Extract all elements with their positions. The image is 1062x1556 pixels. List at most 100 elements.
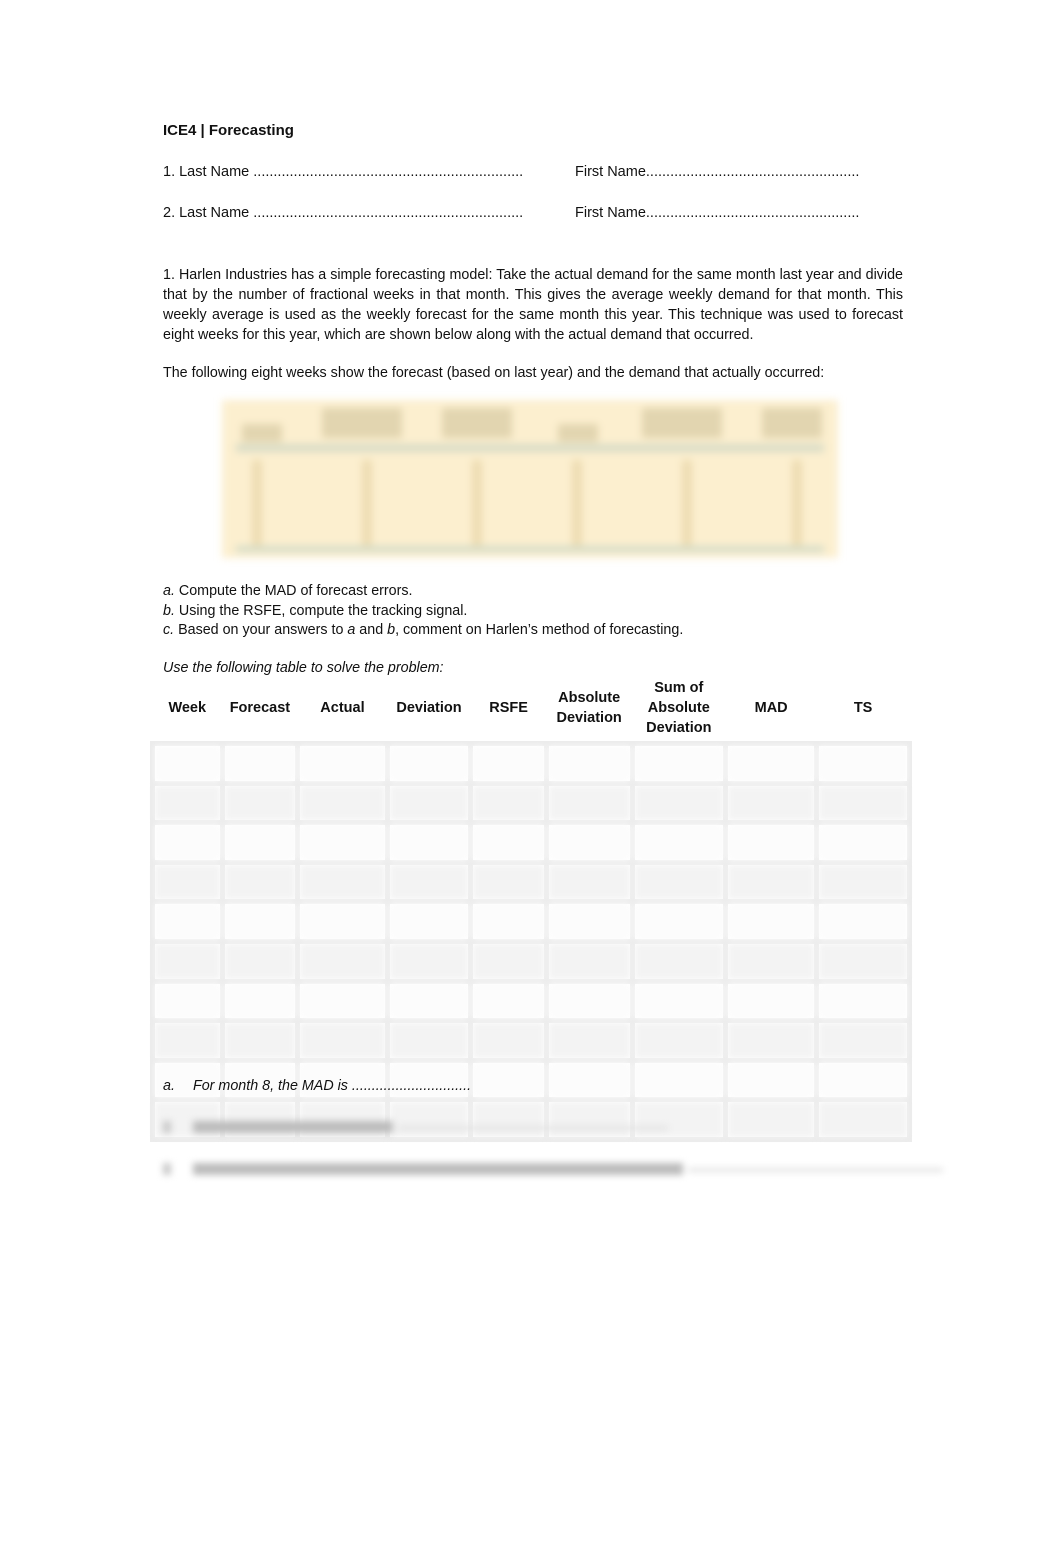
table-cell[interactable]	[150, 820, 225, 865]
answer-a-text[interactable]: For month 8, the MAD is ................…	[193, 1078, 471, 1094]
table-cell[interactable]	[723, 1018, 820, 1063]
table-cell[interactable]	[723, 899, 820, 944]
table-cell[interactable]	[468, 938, 549, 984]
table-cell[interactable]	[543, 741, 635, 786]
table-cell[interactable]	[384, 780, 474, 826]
first-name-field-1[interactable]: ........................................…	[646, 164, 860, 180]
question-c-text-mid: and	[355, 622, 388, 638]
table-row	[150, 938, 912, 984]
table-cell[interactable]	[629, 820, 729, 865]
table-row	[150, 899, 912, 944]
first-name-field-2[interactable]: ........................................…	[646, 205, 860, 221]
table-cell[interactable]	[219, 978, 301, 1024]
table-cell[interactable]	[295, 741, 390, 786]
table-cell[interactable]	[814, 938, 912, 984]
problem-intro: 1. Harlen Industries has a simple foreca…	[163, 267, 903, 343]
table-cell[interactable]	[468, 1057, 549, 1103]
table-row	[150, 1018, 912, 1063]
table-cell[interactable]	[723, 859, 820, 905]
table-cell[interactable]	[814, 978, 912, 1024]
table-cell[interactable]	[723, 1097, 820, 1142]
table-row	[150, 780, 912, 826]
table-cell[interactable]	[150, 978, 225, 1024]
table-cell[interactable]	[543, 1057, 635, 1103]
table-cell[interactable]	[723, 741, 820, 786]
table-cell[interactable]	[629, 899, 729, 944]
col-ts: TS	[853, 700, 873, 716]
table-cell[interactable]	[814, 820, 912, 865]
table-cell[interactable]	[629, 780, 729, 826]
table-cell[interactable]	[384, 859, 474, 905]
table-cell[interactable]	[150, 780, 225, 826]
table-cell[interactable]	[295, 978, 390, 1024]
table-cell[interactable]	[723, 978, 820, 1024]
table-cell[interactable]	[150, 1018, 225, 1063]
table-cell[interactable]	[543, 780, 635, 826]
table-cell[interactable]	[814, 741, 912, 786]
table-cell[interactable]	[150, 741, 225, 786]
table-cell[interactable]	[543, 859, 635, 905]
table-cell[interactable]	[295, 820, 390, 865]
table-cell[interactable]	[384, 1018, 474, 1063]
table-cell[interactable]	[468, 780, 549, 826]
answer-a-letter: a.	[163, 1078, 175, 1094]
table-cell[interactable]	[468, 1018, 549, 1063]
table-cell[interactable]	[629, 978, 729, 1024]
table-cell[interactable]	[543, 820, 635, 865]
last-name-field-2[interactable]: ........................................…	[253, 205, 523, 221]
table-cell[interactable]	[814, 780, 912, 826]
table-cell[interactable]	[384, 820, 474, 865]
table-cell[interactable]	[814, 899, 912, 944]
table-cell[interactable]	[384, 938, 474, 984]
table-cell[interactable]	[629, 741, 729, 786]
table-cell[interactable]	[150, 859, 225, 905]
first-name-label-1: First Name	[575, 164, 646, 180]
first-name-row-1: First Name..............................…	[575, 164, 859, 180]
last-name-field-1[interactable]: ........................................…	[253, 164, 523, 180]
table-cell[interactable]	[468, 978, 549, 1024]
table-cell[interactable]	[219, 741, 301, 786]
table-cell[interactable]	[723, 780, 820, 826]
table-cell[interactable]	[219, 1018, 301, 1063]
table-cell[interactable]	[468, 741, 549, 786]
table-cell[interactable]	[814, 1097, 912, 1142]
col-deviation: Deviation	[396, 700, 462, 716]
table-cell[interactable]	[543, 899, 635, 944]
table-cell[interactable]	[219, 859, 301, 905]
table-cell[interactable]	[543, 978, 635, 1024]
table-cell[interactable]	[468, 899, 549, 944]
table-cell[interactable]	[384, 899, 474, 944]
table-cell[interactable]	[295, 859, 390, 905]
table-cell[interactable]	[295, 938, 390, 984]
table-cell[interactable]	[295, 899, 390, 944]
table-cell[interactable]	[219, 780, 301, 826]
table-cell[interactable]	[384, 741, 474, 786]
table-cell[interactable]	[384, 978, 474, 1024]
col-week: Week	[168, 700, 207, 716]
table-cell[interactable]	[468, 820, 549, 865]
table-cell[interactable]	[629, 1018, 729, 1063]
table-cell[interactable]	[814, 1057, 912, 1103]
table-cell[interactable]	[295, 1018, 390, 1063]
table-cell[interactable]	[219, 899, 301, 944]
table-cell[interactable]	[629, 938, 729, 984]
question-a: a. Compute the MAD of forecast errors.	[163, 582, 413, 601]
table-cell[interactable]	[295, 780, 390, 826]
table-cell[interactable]	[814, 859, 912, 905]
table-cell[interactable]	[723, 1057, 820, 1103]
answer-b-blurred	[163, 1118, 668, 1136]
question-c-text-post: , comment on Harlen’s method of forecast…	[395, 622, 684, 638]
table-cell[interactable]	[150, 899, 225, 944]
table-cell[interactable]	[468, 859, 549, 905]
table-cell[interactable]	[543, 938, 635, 984]
table-cell[interactable]	[219, 938, 301, 984]
table-cell[interactable]	[723, 938, 820, 984]
table-cell[interactable]	[219, 820, 301, 865]
table-cell[interactable]	[543, 1018, 635, 1063]
table-cell[interactable]	[723, 820, 820, 865]
table-cell[interactable]	[814, 1018, 912, 1063]
table-cell[interactable]	[629, 1057, 729, 1103]
table-cell[interactable]	[150, 938, 225, 984]
question-b-letter: b.	[163, 603, 175, 619]
table-cell[interactable]	[629, 859, 729, 905]
